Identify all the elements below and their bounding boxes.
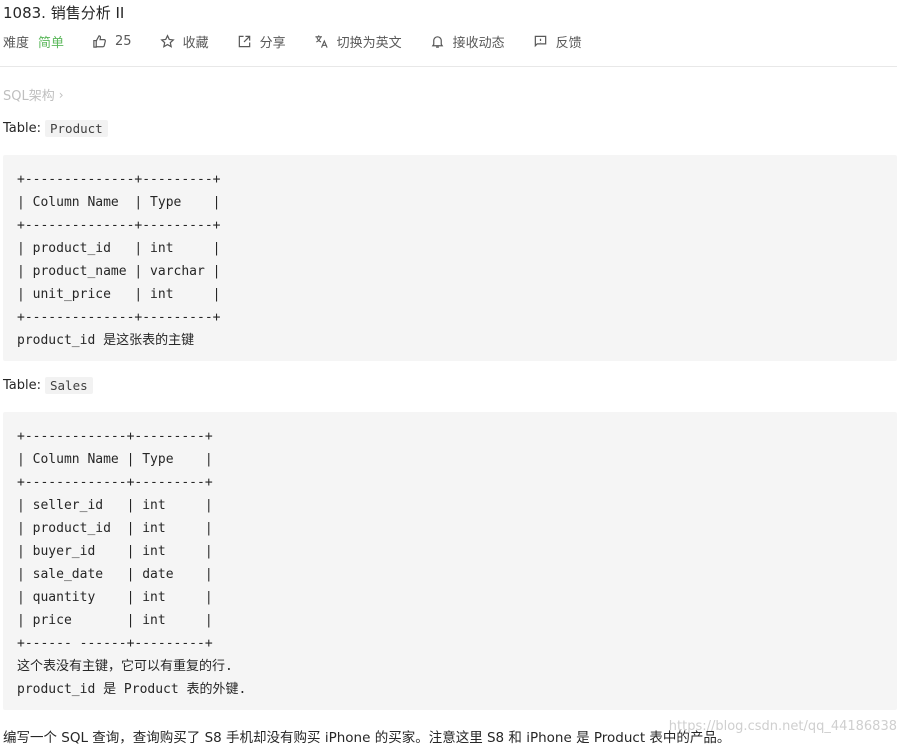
code-line: 这个表没有主键，它可以有重复的行.: [17, 659, 233, 674]
switch-language-button[interactable]: 切换为英文: [314, 32, 402, 51]
problem-meta-bar: 难度 简单 25 收藏 分享 切换为英文 接收动态 反馈: [3, 31, 610, 51]
like-button[interactable]: 25: [92, 34, 132, 49]
code-line: +-------------+---------+: [17, 475, 213, 490]
share-icon: [238, 35, 250, 47]
breadcrumb-label[interactable]: SQL架构: [3, 85, 55, 104]
feedback-button[interactable]: 反馈: [533, 32, 582, 51]
thumbs-up-icon: [93, 34, 106, 48]
code-line: product_id 是 Product 表的外键.: [17, 682, 247, 697]
code-line: +-------------+---------+: [17, 429, 213, 444]
code-line: | price | int |: [17, 613, 213, 628]
switch-language-label: 切换为英文: [336, 35, 402, 51]
chevron-right-icon: ›: [58, 87, 64, 102]
watermark: https://blog.csdn.net/qq_44186838: [668, 719, 897, 734]
like-count: 25: [115, 33, 132, 49]
code-line: | Column Name | Type |: [17, 452, 213, 467]
table-prefix: Table:: [3, 378, 41, 393]
table-label-product: Table: Product: [3, 120, 108, 137]
problem-title: 1083. 销售分析 II: [3, 4, 125, 22]
code-line: | Column Name | Type |: [17, 195, 221, 210]
translate-icon: [315, 34, 328, 48]
code-line: +------ ------+---------+: [17, 636, 213, 651]
code-line: | quantity | int |: [17, 590, 213, 605]
star-icon: [159, 33, 175, 48]
table-name: Sales: [45, 377, 93, 394]
share-button[interactable]: 分享: [237, 32, 286, 51]
difficulty-label: 难度: [3, 35, 30, 51]
code-line: | sale_date | date |: [17, 567, 213, 582]
share-label: 分享: [259, 35, 286, 51]
code-line: | product_id | int |: [17, 521, 213, 536]
bell-icon: [431, 35, 443, 48]
breadcrumb[interactable]: SQL架构 ›: [3, 85, 64, 105]
code-line: | product_id | int |: [17, 241, 221, 256]
code-line: +--------------+---------+: [17, 310, 221, 325]
header-divider: [0, 66, 897, 67]
subscribe-button[interactable]: 接收动态: [430, 32, 505, 51]
difficulty-badge: 简单: [38, 35, 65, 51]
schema-code-block-sales: +-------------+---------+ | Column Name …: [3, 412, 897, 710]
code-line: | buyer_id | int |: [17, 544, 213, 559]
code-line: product_id 是这张表的主键: [17, 333, 195, 348]
favorite-label: 收藏: [182, 35, 209, 51]
code-line: | unit_price | int |: [17, 287, 221, 302]
feedback-flag-icon: [534, 35, 546, 47]
favorite-button[interactable]: 收藏: [159, 32, 209, 51]
feedback-label: 反馈: [555, 35, 582, 51]
code-line: | seller_id | int |: [17, 498, 213, 513]
schema-code-block-product: +--------------+---------+ | Column Name…: [3, 155, 897, 361]
code-line: +--------------+---------+: [17, 218, 221, 233]
subscribe-label: 接收动态: [452, 35, 505, 51]
table-label-sales: Table: Sales: [3, 377, 93, 394]
code-line: +--------------+---------+: [17, 172, 221, 187]
code-line: | product_name | varchar |: [17, 264, 221, 279]
problem-description: 编写一个 SQL 查询，查询购买了 S8 手机却没有购买 iPhone 的买家。…: [3, 730, 731, 746]
table-name: Product: [45, 120, 108, 137]
table-prefix: Table:: [3, 121, 41, 136]
